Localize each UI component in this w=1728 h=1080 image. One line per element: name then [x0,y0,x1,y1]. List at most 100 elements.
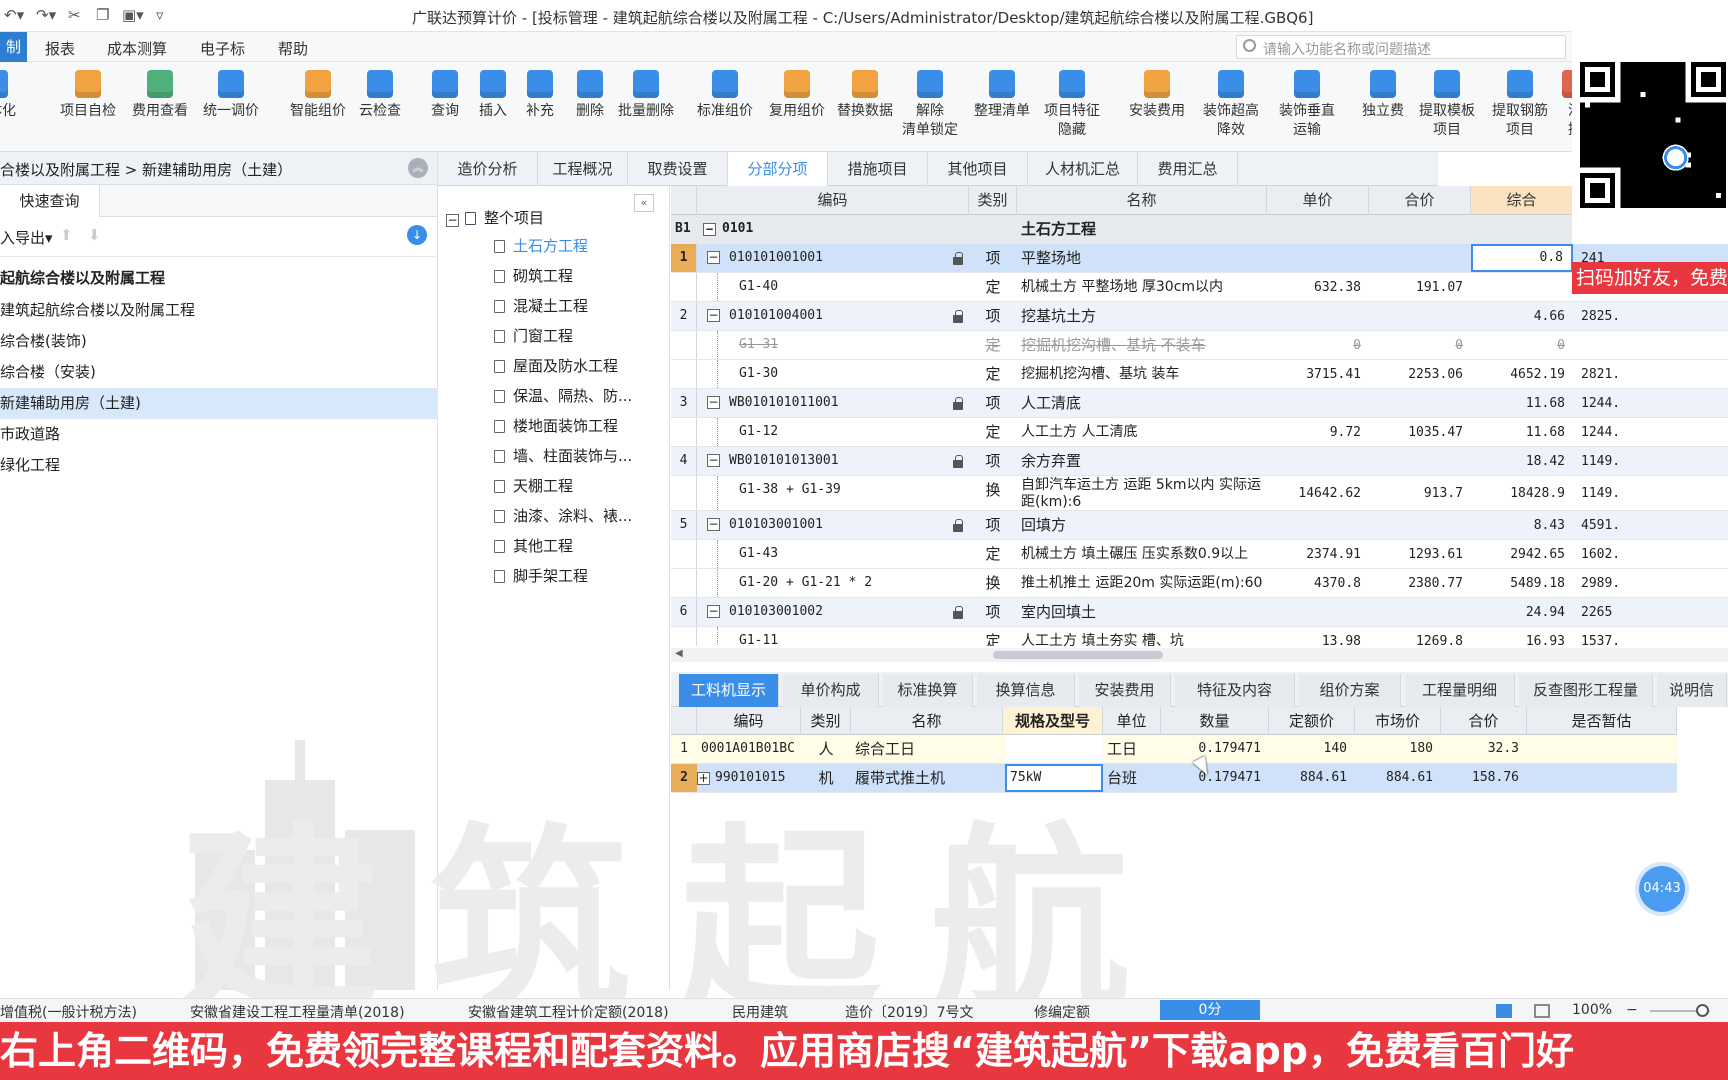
scroll-thumb[interactable] [993,651,1163,659]
table-row[interactable]: G1-11 定 人工土方 填土夯实 槽、坑 13.98 1269.8 16.93 1537. [671,627,1728,646]
lock-icon[interactable] [953,252,963,265]
tree-item-road[interactable]: 市政道路 [0,419,438,450]
collapse-icon[interactable]: − [707,251,720,264]
copy-icon[interactable]: ❐ [96,6,109,24]
collapse-icon[interactable]: − [707,605,720,618]
grid-header-comp[interactable]: 综合 [1471,186,1573,215]
lock-icon[interactable] [953,310,963,323]
ribbon-button-5[interactable]: 云检查 [345,68,415,121]
menu-edit[interactable]: 制 [0,32,28,62]
ribbon-button-14[interactable]: 解除 清单锁定 [895,68,965,140]
menu-report[interactable]: 报表 [45,38,75,59]
customize-icon[interactable]: ▿ [156,6,164,24]
grid-header-code[interactable]: 编码 [697,186,969,215]
tab-quick-search[interactable]: 快速查询 [0,185,100,217]
ribbon-button-13[interactable]: 替换数据 [830,68,900,121]
detail-tab-9[interactable]: 说明信 [1657,674,1727,707]
collapse-icon[interactable]: − [707,309,720,322]
ribbon-button-2[interactable]: 费用查看 [125,68,195,121]
grid-header-price[interactable]: 单价 [1267,186,1369,215]
bgrid-header-spec[interactable]: 规格及型号 [1003,707,1103,735]
collapse-icon[interactable]: − [707,518,720,531]
ribbon-button-21[interactable]: 提取模板 项目 [1412,68,1482,140]
timer-badge[interactable]: 04:43 [1639,866,1685,912]
tree-item-building[interactable]: 建筑起航综合楼以及附属工程 [0,295,438,326]
table-row[interactable]: G1-43 定 机械土方 填土碾压 压实系数0.9以上 2374.91 1293.61 2… [671,540,1728,569]
table-row[interactable]: G1-30 定 挖掘机挖沟槽、基坑 装车 3715.41 2253.06 4652.19 2… [671,360,1728,389]
tab-measures[interactable]: 措施项目 [828,152,928,186]
bgrid-header-name[interactable]: 名称 [851,707,1003,735]
bgrid-header-total[interactable]: 合价 [1441,707,1527,735]
table-row[interactable]: 6−010103001002 项 室内回填土 24.94 2265 [671,598,1728,627]
ribbon-button-17[interactable]: 安装费用 [1122,68,1192,121]
ribbon-button-20[interactable]: 独立费 [1348,68,1418,121]
table-row[interactable]: G1-20 + G1-21 * 2 换 推土机推土 运距20m 实际运距(m):60… [671,569,1728,598]
grid-header-name[interactable]: 名称 [1017,186,1267,215]
collapse-icon[interactable]: ︽ [408,158,428,178]
tree-item-auxiliary[interactable]: 新建辅助用房（土建) [0,388,438,419]
scroll-left-icon[interactable]: ◀ [675,648,683,659]
ribbon-button-12[interactable]: 复用组价 [762,68,832,121]
resource-spec[interactable] [1005,735,1103,763]
cut-icon[interactable]: ✂ [68,6,81,24]
tree-item-greening[interactable]: 绿化工程 [0,450,438,481]
lock-icon[interactable] [953,397,963,410]
detail-tab-0[interactable]: 工料机显示 [679,674,779,707]
table-row[interactable]: 4− WB010101013001 项 余方弃置 18.42 1149. [671,447,1728,476]
score-badge[interactable]: 0分 [1160,1000,1260,1020]
tab-fee-summary[interactable]: 费用汇总 [1138,152,1238,186]
menu-help[interactable]: 帮助 [278,38,308,59]
ribbon-button-19[interactable]: 装饰垂直 运输 [1272,68,1342,140]
undo-icon[interactable]: ↶▾ [4,6,24,24]
detail-tab-6[interactable]: 组价方案 [1299,674,1401,707]
horizontal-scrollbar[interactable]: ◀ [671,648,1728,662]
grid-header-total[interactable]: 合价 [1369,186,1471,215]
table-row[interactable]: 1−010101001001 项平整场地 0.8 241 [671,244,1728,273]
detail-tab-3[interactable]: 换算信息 [977,674,1075,707]
detail-tab-2[interactable]: 标准换算 [883,674,973,707]
tab-divisions[interactable]: 分部分项 [728,152,828,186]
bgrid-header-type[interactable]: 类别 [801,707,851,735]
tree-item-install[interactable]: 综合楼（安装) [0,357,438,388]
ribbon-button-1[interactable]: 项目自检 [53,68,123,121]
ribbon-button-4[interactable]: 智能组价 [283,68,353,121]
lock-icon[interactable] [953,455,963,468]
paste-icon[interactable]: ▣▾ [122,6,144,24]
tab-overview[interactable]: 工程概况 [538,152,628,186]
zoom-slider-handle[interactable] [1696,1004,1709,1017]
collapse-icon[interactable]: − [703,223,716,236]
ribbon-button-16[interactable]: 项目特征 隐藏 [1037,68,1107,140]
view-normal-icon[interactable] [1496,1004,1512,1018]
collapse-icon[interactable]: − [446,214,459,227]
lock-icon[interactable] [953,519,963,532]
tab-other[interactable]: 其他项目 [928,152,1028,186]
bgrid-header-market[interactable]: 市场价 [1355,707,1441,735]
import-export-button[interactable]: 入导出▾ [0,227,53,248]
table-row[interactable]: 3− WB010101011001 项 人工清底 11.68 1244. [671,389,1728,418]
table-row[interactable]: 5−010103001001 项 回填方 8.43 4591. [671,511,1728,540]
detail-tab-7[interactable]: 工程量明细 [1405,674,1515,707]
tree-root[interactable]: 起航综合楼以及附属工程 [0,263,438,294]
bgrid-header-unit[interactable]: 单位 [1103,707,1161,735]
detail-tab-1[interactable]: 单价构成 [783,674,879,707]
detail-tab-4[interactable]: 安装费用 [1079,674,1171,707]
bgrid-header-estimate[interactable]: 是否暂估 [1527,707,1677,735]
tab-fee-settings[interactable]: 取费设置 [628,152,728,186]
collapse-icon[interactable]: − [707,396,720,409]
tab-cost-analysis[interactable]: 造价分析 [438,152,538,186]
search-input[interactable]: 请输入功能名称或问题描述 [1236,35,1566,59]
table-row[interactable]: G1-31 定 挖掘机挖沟槽、基坑 不装车 0 0 0 [671,331,1728,360]
lock-icon[interactable] [953,606,963,619]
bgrid-header-quota[interactable]: 定额价 [1269,707,1355,735]
ribbon-button-11[interactable]: 标准组价 [690,68,760,121]
table-row[interactable]: G1-38 + G1-39 换 自卸汽车运土方 运距 5km以内 实际运 距(km):… [671,476,1728,511]
tree-item-decoration[interactable]: 综合楼(装饰) [0,326,438,357]
ribbon-button-10[interactable]: 批量删除 [611,68,681,121]
ribbon-button-3[interactable]: 统一调价 [196,68,266,121]
detail-tab-5[interactable]: 特征及内容 [1175,674,1295,707]
ribbon-button-15[interactable]: 整理清单 [967,68,1037,121]
zoom-out-icon[interactable]: − [1626,1002,1638,1018]
division-row[interactable]: B1 −0101 土石方工程 [671,215,1728,244]
grid-header-type[interactable]: 类别 [969,186,1017,215]
download-icon[interactable]: ↓ [407,225,427,245]
